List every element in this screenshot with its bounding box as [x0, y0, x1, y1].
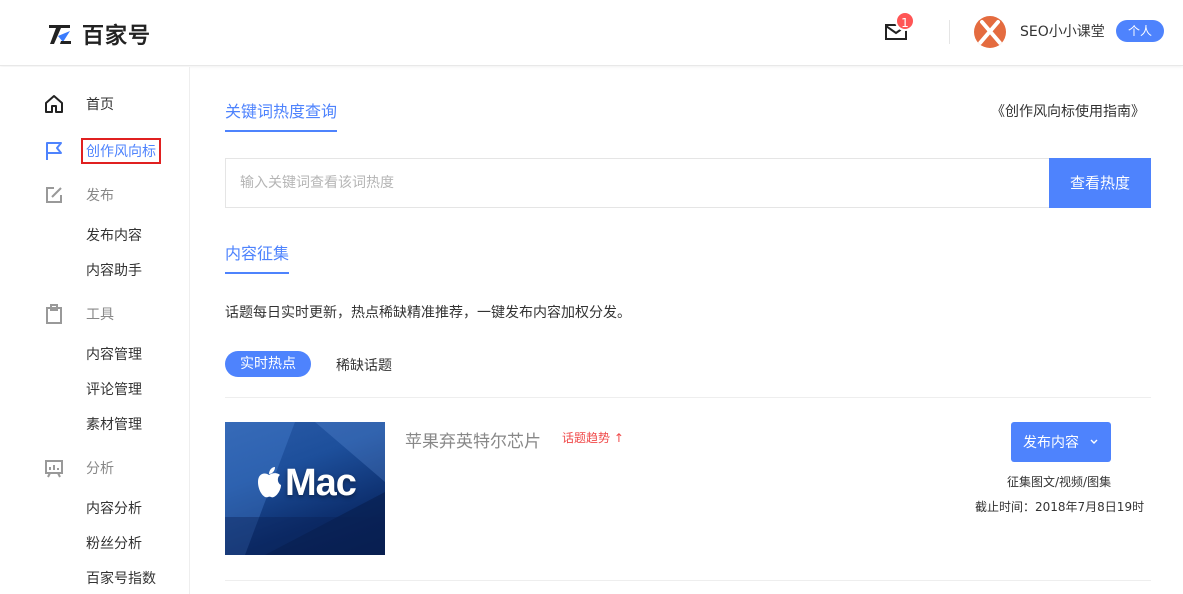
collect-description: 话题每日实时更新，热点稀缺精准推荐，一键发布内容加权分发。	[225, 305, 631, 321]
filter-realtime-hot[interactable]: 实时热点	[225, 351, 311, 377]
edit-icon	[46, 187, 62, 203]
publish-button-label: 发布内容	[1023, 435, 1079, 451]
chart-board-icon	[45, 460, 63, 478]
home-icon	[45, 95, 63, 113]
topic-trend-link[interactable]: 话题趋势 ↑	[562, 429, 624, 446]
topic-title[interactable]: 苹果弃英特尔芯片	[405, 427, 541, 452]
sidebar-item-analysis[interactable]: 分析	[44, 458, 114, 478]
account-type-badge: 个人	[1116, 20, 1164, 42]
deadline: 截止时间：2018年7月8日19时	[975, 500, 1145, 514]
apple-logo-icon	[258, 467, 281, 498]
sidebar-subitem-fans-analysis[interactable]: 粉丝分析	[86, 533, 142, 553]
guide-link[interactable]: 《创作风向标使用指南》	[991, 101, 1145, 121]
sidebar-subitem-material-management[interactable]: 素材管理	[86, 414, 142, 434]
main-content: 关键词热度查询 《创作风向标使用指南》 查看热度 内容征集 话题每日实时更新，热…	[190, 67, 1183, 594]
search-box	[225, 158, 1049, 208]
tab-keyword-heat[interactable]: 关键词热度查询	[225, 98, 338, 132]
header-divider	[949, 20, 950, 44]
notification-badge: 1	[895, 11, 915, 31]
divider	[225, 397, 1151, 398]
publish-content-button[interactable]: 发布内容	[1011, 422, 1111, 462]
avatar-x-icon	[978, 20, 1002, 45]
sidebar: 首页 创作风向标 发布 发布内容 内容助手 工具 内容管理 评论管理 素材管理 …	[0, 67, 190, 594]
divider	[225, 580, 1151, 581]
sidebar-subitem-content-analysis[interactable]: 内容分析	[86, 498, 142, 518]
chevron-down-icon	[1090, 439, 1098, 444]
sidebar-subitem-content-management[interactable]: 内容管理	[86, 344, 142, 364]
sidebar-item-tools[interactable]: 工具	[44, 304, 114, 324]
sidebar-item-publish[interactable]: 发布	[44, 185, 114, 205]
sidebar-subitem-content-assistant[interactable]: 内容助手	[86, 260, 142, 280]
sidebar-item-label: 创作风向标	[81, 138, 161, 164]
sidebar-subitem-publish-content[interactable]: 发布内容	[86, 225, 142, 245]
top-header: 百家号 1 SEO小小课堂 个人	[0, 0, 1183, 66]
check-heat-button[interactable]: 查看热度	[1049, 158, 1151, 208]
sidebar-item-trend-guide[interactable]: 创作风向标	[44, 138, 161, 164]
collect-types: 征集图文/视频/图集	[1007, 475, 1112, 489]
sidebar-item-label: 首页	[86, 97, 114, 113]
flag-icon	[46, 142, 62, 160]
sidebar-subitem-baijiahao-index[interactable]: 百家号指数	[86, 568, 156, 588]
filter-scarce-topics[interactable]: 稀缺话题	[336, 355, 392, 375]
clipboard-icon	[46, 304, 62, 324]
sidebar-item-label: 发布	[86, 188, 114, 204]
thumbnail-text: Mac	[285, 462, 357, 504]
baijiahao-logo[interactable]: 百家号	[46, 18, 151, 50]
sidebar-item-label: 工具	[86, 307, 114, 323]
sidebar-item-home[interactable]: 首页	[44, 94, 114, 114]
logo-text: 百家号	[82, 24, 152, 49]
logo-mark-icon	[49, 25, 71, 44]
user-name[interactable]: SEO小小课堂	[1020, 21, 1105, 41]
sidebar-item-label: 分析	[86, 461, 114, 477]
sidebar-subitem-comment-management[interactable]: 评论管理	[86, 379, 142, 399]
keyword-search-input[interactable]	[226, 159, 1049, 207]
topic-thumbnail[interactable]: Mac	[225, 422, 385, 555]
avatar[interactable]	[974, 16, 1006, 48]
tab-content-collect[interactable]: 内容征集	[225, 240, 290, 274]
